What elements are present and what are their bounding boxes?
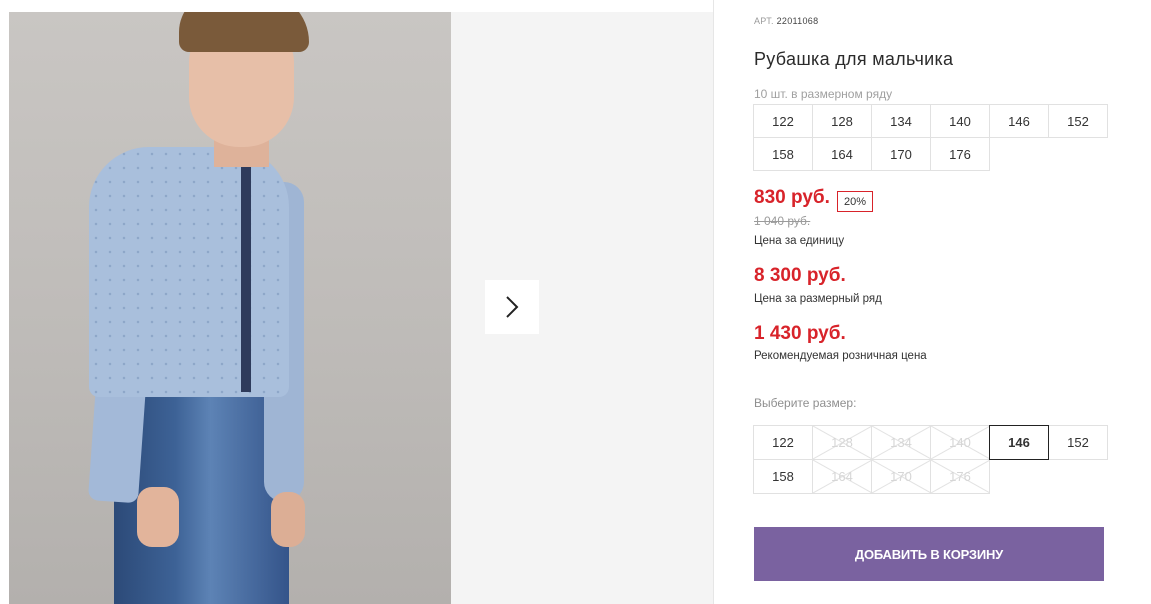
size-option-label: 152 xyxy=(1067,435,1089,450)
pack-size-cell: 146 xyxy=(989,104,1049,138)
size-option-146[interactable]: 146 xyxy=(989,425,1049,460)
size-option-label: 122 xyxy=(772,435,794,450)
size-option-152[interactable]: 152 xyxy=(1048,425,1108,460)
pack-size-cell: 140 xyxy=(930,104,990,138)
pack-size-cell: 158 xyxy=(753,137,813,171)
size-option-176: 176 xyxy=(930,459,990,494)
unit-price: 830 руб. xyxy=(754,187,830,208)
size-option-label: 128 xyxy=(831,435,853,450)
retail-price-label: Рекомендуемая розничная цена xyxy=(754,350,927,362)
size-option-label: 176 xyxy=(949,469,971,484)
size-option-label: 146 xyxy=(1008,435,1030,450)
pack-size-cell: 152 xyxy=(1048,104,1108,138)
pack-size-cell: 128 xyxy=(812,104,872,138)
size-option-122[interactable]: 122 xyxy=(753,425,813,460)
article-value: 22011068 xyxy=(776,16,819,26)
add-to-cart-button[interactable]: ДОБАВИТЬ В КОРЗИНУ xyxy=(754,527,1104,581)
size-option-164: 164 xyxy=(812,459,872,494)
unit-price-label: Цена за единицу xyxy=(754,235,845,247)
product-photo xyxy=(9,12,451,604)
size-picker: 122 128 134 140 146 152 158 164 170 176 xyxy=(753,425,1108,494)
size-option-label: 164 xyxy=(831,469,853,484)
article-number: АРТ. 22011068 xyxy=(754,16,818,26)
pack-price-label: Цена за размерный ряд xyxy=(754,293,882,305)
size-option-140: 140 xyxy=(930,425,990,460)
size-option-134: 134 xyxy=(871,425,931,460)
pack-size-cell: 122 xyxy=(753,104,813,138)
pack-size-cell: 176 xyxy=(930,137,990,171)
size-option-128: 128 xyxy=(812,425,872,460)
size-option-158[interactable]: 158 xyxy=(753,459,813,494)
column-divider xyxy=(713,0,714,604)
size-option-label: 170 xyxy=(890,469,912,484)
size-option-label: 140 xyxy=(949,435,971,450)
retail-price: 1 430 руб. xyxy=(754,323,846,344)
old-price: 1 040 руб. xyxy=(754,214,811,228)
product-title: Рубашка для мальчика xyxy=(754,49,954,69)
size-option-label: 134 xyxy=(890,435,912,450)
size-option-170: 170 xyxy=(871,459,931,494)
size-picker-label: Выберите размер: xyxy=(754,396,857,410)
pack-size-cell: 170 xyxy=(871,137,931,171)
pack-size-grid: 122 128 134 140 146 152 158 164 170 176 xyxy=(753,104,1108,171)
pack-price: 8 300 руб. xyxy=(754,265,846,286)
pack-info: 10 шт. в размерном ряду xyxy=(754,87,893,101)
discount-badge: 20% xyxy=(837,191,873,212)
article-label: АРТ. xyxy=(754,16,774,26)
size-option-label: 158 xyxy=(772,469,794,484)
chevron-right-icon xyxy=(506,296,519,318)
pack-size-cell: 134 xyxy=(871,104,931,138)
gallery-next-button[interactable] xyxy=(485,280,539,334)
pack-size-cell: 164 xyxy=(812,137,872,171)
